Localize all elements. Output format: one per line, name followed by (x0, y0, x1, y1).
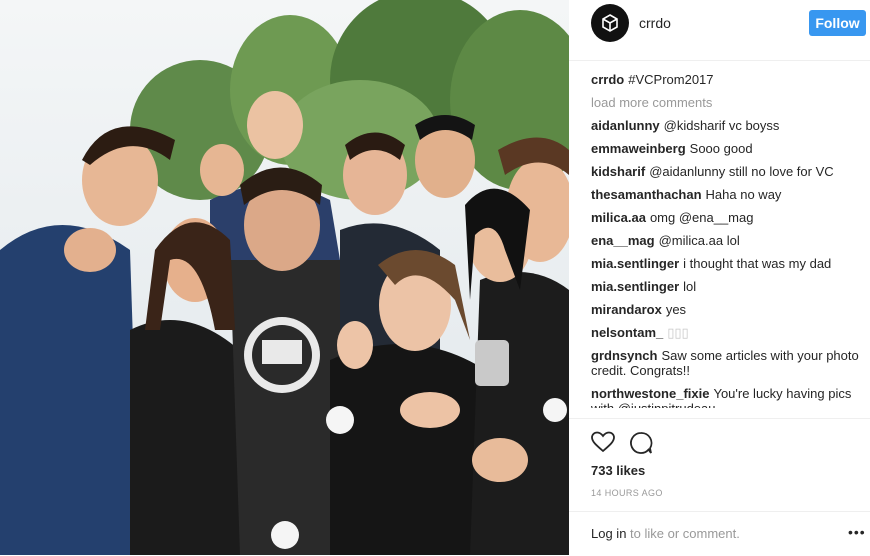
comment-text: omg @ena__mag (649, 210, 754, 225)
like-count[interactable]: 733 likes (591, 463, 645, 478)
comment-row: aidanlunny @kidsharif vc boyss (591, 118, 863, 141)
post-footer: Log in to like or comment. ••• (569, 511, 870, 556)
comment-text: i thought that was my dad (683, 256, 832, 271)
comment-username[interactable]: emmaweinberg (591, 141, 686, 156)
comment-username[interactable]: thesamanthachan (591, 187, 702, 202)
load-more-comments[interactable]: load more comments (591, 95, 863, 118)
comment-username[interactable]: aidanlunny (591, 118, 660, 133)
post-header: crrdo Follow (569, 0, 870, 61)
comment-username[interactable]: grdnsynch (591, 348, 657, 363)
caption-text[interactable]: #VCProm2017 (628, 72, 713, 87)
ellipsis-icon[interactable]: ••• (848, 524, 866, 540)
comment-row: mia.sentlinger lol (591, 279, 863, 302)
comment-row: ena__mag @milica.aa lol (591, 233, 863, 256)
comment-text: Haha no way (705, 187, 782, 202)
comment-username[interactable]: northwestone_fixie (591, 386, 709, 401)
follow-button[interactable]: Follow (809, 10, 866, 36)
comment-username[interactable]: nelsontam_ (591, 325, 663, 340)
comments-list: crrdo #VCProm2017 load more comments aida… (591, 72, 863, 408)
comment-row: northwestone_fixie You're lucky having pi… (591, 386, 863, 408)
comment-username[interactable]: mirandarox (591, 302, 662, 317)
comment-row: mirandarox yes (591, 302, 863, 325)
caption: crrdo #VCProm2017 (591, 72, 863, 95)
comment-row: grdnsynch Saw some articles with your pho… (591, 348, 863, 386)
comment-row: milica.aa omg @ena__mag (591, 210, 863, 233)
comment-row: thesamanthachan Haha no way (591, 187, 863, 210)
group-selfie-photo (0, 0, 569, 555)
comment-username[interactable]: milica.aa (591, 210, 646, 225)
header-username[interactable]: crrdo (639, 15, 671, 31)
comment-text: @aidanlunny still no love for VC (649, 164, 834, 179)
comment-row: mia.sentlinger i thought that was my dad (591, 256, 863, 279)
caption-username[interactable]: crrdo (591, 72, 624, 87)
comment-row: kidsharif @aidanlunny still no love for V… (591, 164, 863, 187)
post-actions: 733 likes 14 HOURS AGO (569, 418, 870, 512)
comment-text: Sooo good (689, 141, 753, 156)
comment-text: ▯▯▯ (667, 325, 689, 340)
comment-username[interactable]: mia.sentlinger (591, 279, 679, 294)
comment-icon[interactable] (629, 431, 653, 460)
comment-text: @kidsharif vc boyss (663, 118, 780, 133)
post-timestamp: 14 HOURS AGO (591, 488, 663, 498)
post-photo[interactable] (0, 0, 569, 555)
login-prompt: Log in to like or comment. (591, 526, 740, 541)
comment-username[interactable]: kidsharif (591, 164, 645, 179)
comment-row: nelsontam_ ▯▯▯ (591, 325, 863, 348)
login-prompt-text: to like or comment. (630, 526, 740, 541)
login-link[interactable]: Log in (591, 526, 626, 541)
comment-username[interactable]: ena__mag (591, 233, 655, 248)
comment-text: lol (683, 279, 697, 294)
comment-username[interactable]: mia.sentlinger (591, 256, 679, 271)
comment-text: @milica.aa lol (658, 233, 740, 248)
camera-logo-icon[interactable] (591, 4, 629, 42)
comment-row: emmaweinberg Sooo good (591, 141, 863, 164)
heart-icon[interactable] (591, 431, 615, 458)
comment-text: yes (665, 302, 687, 317)
post-sidebar: crrdo Follow crrdo #VCProm2017 load more … (569, 0, 870, 555)
